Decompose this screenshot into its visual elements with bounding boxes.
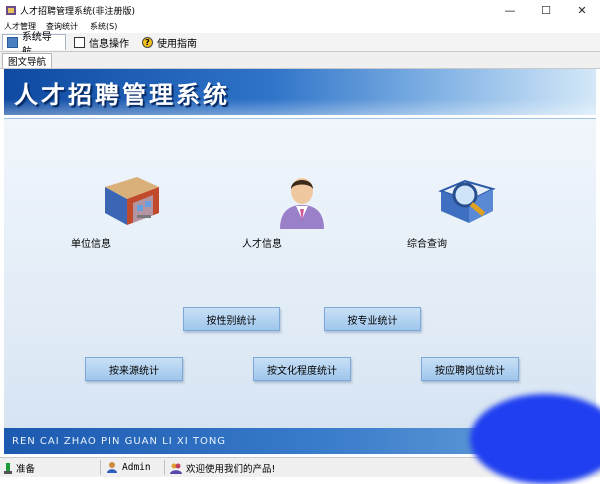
navigation-panel: 人才招聘管理系统 单位信息 人才信息 综合查询 按性别统计 按专业统计 按来源统… bbox=[4, 69, 596, 454]
ready-icon bbox=[4, 462, 12, 474]
close-button[interactable]: ✕ bbox=[564, 0, 600, 20]
subtab-graphic-navigation[interactable]: 图文导航 bbox=[2, 53, 53, 68]
tab-info-operation[interactable]: 信息操作 bbox=[70, 34, 134, 50]
module-comprehensive-query-label: 综合查询 bbox=[407, 239, 447, 250]
tab-label: 信息操作 bbox=[89, 38, 129, 50]
banner-title: 人才招聘管理系统 bbox=[14, 81, 230, 109]
tab-user-guide[interactable]: ? 使用指南 bbox=[138, 34, 202, 50]
search-magnifier-icon bbox=[438, 179, 496, 223]
minimize-button[interactable]: — bbox=[492, 0, 528, 20]
user-icon bbox=[107, 462, 117, 473]
stat-by-gender-button[interactable]: 按性别统计 bbox=[183, 307, 280, 331]
title-bar: 人才招聘管理系统(非注册版) — ☐ ✕ bbox=[0, 0, 600, 20]
users-group-icon bbox=[170, 463, 182, 474]
tab-label: 使用指南 bbox=[157, 38, 197, 50]
status-user-text: Admin bbox=[122, 461, 151, 473]
header-banner: 人才招聘管理系统 bbox=[4, 69, 596, 115]
stat-by-source-button[interactable]: 按来源统计 bbox=[85, 357, 183, 381]
status-ready-text: 准备 bbox=[16, 464, 36, 475]
status-separator bbox=[164, 460, 165, 475]
navigation-icon bbox=[7, 37, 18, 48]
help-icon: ? bbox=[142, 36, 153, 48]
menu-system[interactable]: 系统(S) bbox=[90, 21, 117, 32]
module-company-info-label: 单位信息 bbox=[71, 239, 111, 250]
stat-by-major-button[interactable]: 按专业统计 bbox=[324, 307, 421, 331]
window-title: 人才招聘管理系统(非注册版) bbox=[20, 7, 136, 17]
status-welcome: 欢迎使用我们的产品! bbox=[170, 461, 275, 475]
sub-tab-bar: 图文导航 bbox=[0, 52, 600, 69]
module-talent-info-label: 人才信息 bbox=[242, 239, 282, 250]
person-icon bbox=[280, 178, 324, 229]
info-operation-icon bbox=[74, 36, 85, 48]
app-icon bbox=[6, 6, 16, 15]
tab-bar: 系统导航 信息操作 ? 使用指南 bbox=[0, 32, 600, 58]
stat-by-position-button[interactable]: 按应聘岗位统计 bbox=[421, 357, 519, 381]
footer-text: REN CAI ZHAO PIN GUAN LI XI TONG bbox=[12, 436, 227, 447]
banner-divider-shade bbox=[4, 118, 596, 119]
status-ready: 准备 bbox=[4, 461, 35, 475]
status-welcome-text: 欢迎使用我们的产品! bbox=[186, 464, 276, 475]
company-building-icon bbox=[105, 177, 159, 225]
tab-system-navigation[interactable]: 系统导航 bbox=[2, 32, 66, 58]
maximize-button[interactable]: ☐ bbox=[528, 0, 564, 20]
status-user: Admin bbox=[106, 461, 151, 473]
menu-bar: 人才管理 查询统计 系统(S) bbox=[0, 20, 600, 33]
status-separator bbox=[100, 460, 101, 475]
stat-by-education-button[interactable]: 按文化程度统计 bbox=[253, 357, 351, 381]
